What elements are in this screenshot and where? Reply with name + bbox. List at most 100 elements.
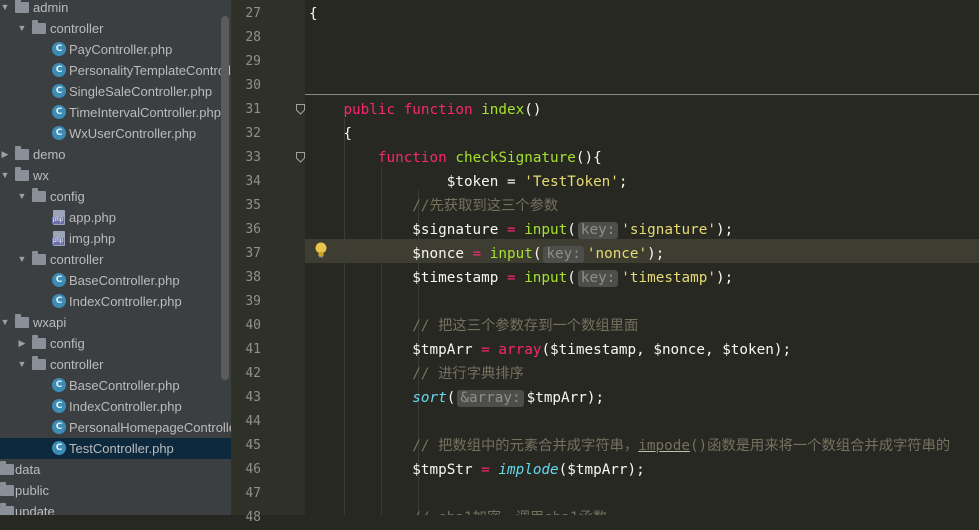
expand-arrow-icon[interactable]: ▼: [0, 0, 10, 18]
tree-file[interactable]: C TimeIntervalController.php: [0, 102, 231, 123]
code-token: (): [524, 102, 542, 118]
tree-file[interactable]: C PersonalityTemplateControll: [0, 60, 231, 81]
folder-icon: [32, 20, 46, 34]
folder-icon: [0, 503, 14, 515]
tree-folder[interactable]: ▼ wxapi: [0, 312, 231, 333]
tree-folder[interactable]: ▼ wx: [0, 165, 231, 186]
tree-file[interactable]: C TestController.php: [0, 438, 231, 459]
line-number: 45: [245, 438, 261, 453]
tree-folder[interactable]: ▶ demo: [0, 144, 231, 165]
line-number: 43: [245, 390, 261, 405]
tree-item-label: wxapi: [33, 315, 67, 330]
tree-folder[interactable]: ▼ controller: [0, 18, 231, 39]
code-token: checkSignature: [455, 150, 576, 166]
expand-arrow-icon[interactable]: ▼: [0, 165, 10, 186]
tree-folder[interactable]: ▶data: [0, 459, 231, 480]
code-line[interactable]: sort(&array: $tmpArr);: [309, 386, 604, 410]
tree-item-label: BaseController.php: [69, 378, 180, 393]
tree-file[interactable]: C WxUserController.php: [0, 123, 231, 144]
code-token: ($tmpArr);: [558, 462, 645, 478]
code-token: input: [524, 222, 568, 238]
tree-folder[interactable]: ▼ controller: [0, 354, 231, 375]
code-line[interactable]: $tmpStr = implode($tmpArr);: [309, 458, 645, 482]
code-line[interactable]: $token = 'TestToken';: [309, 170, 628, 194]
fold-marker-icon[interactable]: [296, 104, 305, 115]
collapse-arrow-icon[interactable]: ▶: [17, 333, 27, 354]
folder-icon: [32, 335, 46, 349]
code-line[interactable]: //先获取到这三个参数: [309, 194, 558, 218]
tree-folder[interactable]: ▶public: [0, 480, 231, 501]
code-line[interactable]: function checkSignature(){: [309, 146, 602, 170]
line-number: 41: [245, 342, 261, 357]
tree-file[interactable]: C SingleSaleController.php: [0, 81, 231, 102]
code-token: // 把数组中的元素合并成字符串，: [412, 438, 639, 454]
tree-file[interactable]: C IndexController.php: [0, 396, 231, 417]
tree-file[interactable]: C BaseController.php: [0, 270, 231, 291]
tree-item-label: IndexController.php: [69, 294, 182, 309]
tree-file[interactable]: php app.php: [0, 207, 231, 228]
parameter-hint: key:: [543, 246, 584, 263]
line-number: 40: [245, 318, 261, 333]
expand-arrow-icon[interactable]: ▼: [0, 312, 10, 333]
tree-item-label: app.php: [69, 210, 116, 225]
folder-icon: [15, 314, 29, 328]
tree-file[interactable]: C PersonalHomepageControlle: [0, 417, 231, 438]
code-token: public: [343, 102, 396, 118]
tree-item-label: TimeIntervalController.php: [69, 105, 221, 120]
code-line[interactable]: // 进行字典排序: [309, 362, 524, 386]
code-token: input: [524, 270, 568, 286]
line-number: 33: [245, 150, 261, 165]
code-line[interactable]: $timestamp = input(key:'timestamp');: [309, 266, 733, 290]
code-line[interactable]: // sha1加密，调用sha1函数: [309, 506, 607, 515]
tree-scrollbar[interactable]: [221, 16, 229, 380]
code-token: 'nonce': [586, 246, 648, 262]
line-number: 48: [245, 510, 261, 525]
code-token: =: [498, 222, 525, 238]
expand-arrow-icon[interactable]: ▼: [17, 354, 27, 375]
code-line[interactable]: public function index(): [309, 98, 541, 122]
code-line[interactable]: $tmpArr = array($timestamp, $nonce, $tok…: [309, 338, 791, 362]
code-line[interactable]: $nonce = input(key:'nonce');: [309, 242, 664, 266]
code-line[interactable]: {: [309, 2, 318, 26]
code-token: =: [472, 462, 499, 478]
tree-file[interactable]: C IndexController.php: [0, 291, 231, 312]
tree-folder[interactable]: ▼ controller: [0, 249, 231, 270]
tree-folder[interactable]: ▼ admin: [0, 0, 231, 18]
expand-arrow-icon[interactable]: ▼: [17, 18, 27, 39]
code-editor[interactable]: { public function index() { function che…: [305, 0, 979, 515]
tree-folder[interactable]: ▶ config: [0, 333, 231, 354]
expand-arrow-icon[interactable]: ▼: [17, 186, 27, 207]
code-token: $tmpArr);: [526, 390, 605, 406]
collapse-arrow-icon[interactable]: ▶: [0, 144, 10, 165]
tree-folder[interactable]: ▼ config: [0, 186, 231, 207]
lightbulb-icon[interactable]: [314, 241, 328, 259]
tree-folder[interactable]: ▶update: [0, 501, 231, 515]
project-tree[interactable]: ▼ admin ▼ controller C PayController.php C Pers…: [0, 0, 231, 515]
folder-icon: [15, 167, 29, 181]
line-number: 35: [245, 198, 261, 213]
code-token: sort: [412, 390, 447, 406]
tree-file[interactable]: php img.php: [0, 228, 231, 249]
tree-item-label: PersonalHomepageControlle: [69, 420, 231, 435]
fold-marker-icon[interactable]: [296, 152, 305, 163]
editor-gutter[interactable]: 27 28 29 30 31 32 33 34 35 36 37 38 39 40 41 42 43 44 45 46…: [231, 0, 305, 525]
tree-item-label: TestController.php: [69, 441, 174, 456]
code-line[interactable]: $signature = input(key:'signature');: [309, 218, 733, 242]
code-line[interactable]: // 把数组中的元素合并成字符串，impode()函数是用来将一个数组合并成字符…: [309, 434, 950, 458]
folder-icon: [32, 356, 46, 370]
tree-file[interactable]: C PayController.php: [0, 39, 231, 60]
code-line[interactable]: {: [309, 122, 352, 146]
expand-arrow-icon[interactable]: ▼: [17, 249, 27, 270]
folder-icon: [0, 482, 14, 496]
code-line[interactable]: // 把这三个参数存到一个数组里面: [309, 314, 638, 338]
line-number: 27: [245, 6, 261, 21]
line-number: 30: [245, 78, 261, 93]
tree-file[interactable]: C BaseController.php: [0, 375, 231, 396]
code-token: ;: [618, 174, 628, 190]
tree-item-label: admin: [33, 0, 69, 15]
